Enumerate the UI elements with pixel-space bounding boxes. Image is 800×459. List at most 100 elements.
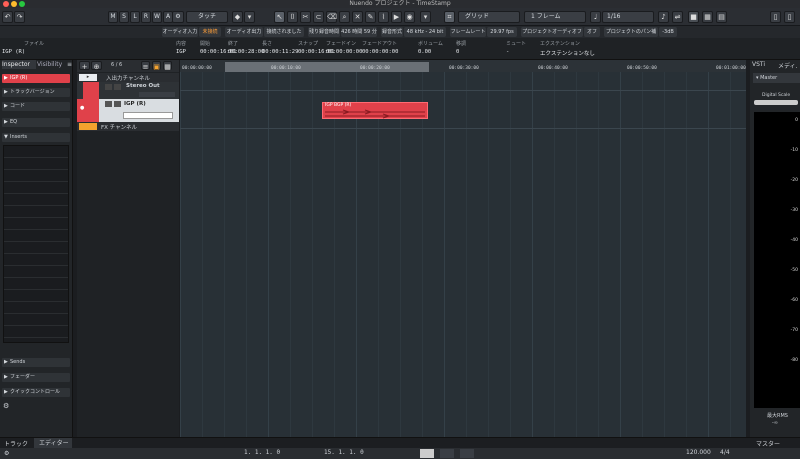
master-tab[interactable]: マスター [756,439,780,448]
insert-slot[interactable] [4,170,68,182]
pan-value[interactable]: -3dB [659,27,677,37]
automation-icon[interactable]: ⚙ [172,11,184,23]
info-value[interactable]: - [506,49,509,55]
audio-input-status[interactable]: 未接続 [199,27,221,37]
filter-icon[interactable]: ≡ [141,61,150,71]
insert-slot[interactable] [4,278,68,290]
play-button[interactable] [440,449,454,458]
timeline-ruler[interactable]: 00:00:00:00 00:00:10:00 00:00:20:00 00:00:3… [180,60,746,72]
track-tab[interactable]: トラック [4,439,28,448]
audio-output-status[interactable]: 接続されました [264,27,304,37]
solo-icon[interactable] [114,84,121,90]
insert-slot[interactable] [4,314,68,326]
record-format-value[interactable]: 48 kHz - 24 bit [404,27,446,37]
snap-type-select[interactable]: グリッド [458,11,520,23]
inspector-section-versions[interactable]: ▶ トラックバージョン [2,88,70,97]
inspector-section-inserts[interactable]: ▼ Inserts [2,133,70,142]
frame-rate-value[interactable]: 29.97 fps [487,27,517,37]
inspector-track-header[interactable]: ▶ IGP (R) [2,74,70,83]
settings-icon[interactable]: ⚙ [4,450,9,457]
range-tool-icon[interactable]: ⌷ [287,11,298,23]
zoom-tool-icon[interactable]: ⌕ [339,11,350,23]
settings-gear-icon[interactable]: ⚙ [3,402,9,410]
solo-icon[interactable] [114,101,121,107]
insert-slot[interactable] [4,206,68,218]
layout-right-icon[interactable]: ▯ [784,11,795,23]
mute-icon[interactable] [105,101,112,107]
inspector-tab[interactable]: Inspector [2,60,36,69]
quantize-setup-icon[interactable]: ⇌ [672,11,683,23]
close-window-icon[interactable] [3,1,9,7]
maximize-window-icon[interactable] [19,1,25,7]
pointer-tool-icon[interactable]: ↖ [274,11,285,23]
insert-slot[interactable] [4,230,68,242]
insert-slot[interactable] [4,146,68,158]
visibility-tab[interactable]: Visibility [37,60,67,69]
locator-display[interactable]: 15. 1. 1. 0 [324,449,364,456]
track-row[interactable]: ▸ 入出力チャンネル [77,73,179,82]
stop-button[interactable] [420,449,434,458]
info-value[interactable]: IGP [176,49,186,55]
folder-icon[interactable]: ▣ [152,61,161,71]
erase-tool-icon[interactable]: ⌫ [326,11,337,23]
quantize-unit-select[interactable]: 1 フレーム [524,11,586,23]
layout-left-icon[interactable]: ▯ [770,11,781,23]
mute-icon[interactable] [105,84,112,90]
track-controls[interactable] [139,92,175,97]
vsti-tab[interactable]: VSTi [752,61,765,68]
undo-icon[interactable]: ↶ [2,11,13,23]
inspector-section-sends[interactable]: ▶ Sends [2,358,70,367]
inspector-menu-icon[interactable]: ≡ [67,61,72,68]
offline-value[interactable]: オフ [584,27,600,37]
position-display[interactable]: 1. 1. 1. 0 [244,449,280,456]
locator-range[interactable] [225,62,429,72]
track-row[interactable]: FX チャンネル [77,122,179,131]
snap-on-icon[interactable]: ⌗ [444,11,455,23]
color-tool-icon[interactable]: ◉ [404,11,415,23]
mute-tool-icon[interactable]: ✕ [352,11,363,23]
quantize-apply-icon[interactable]: ♪ [658,11,669,23]
tempo-display[interactable]: 120.000 [686,449,711,456]
grid-icon[interactable]: ▦ [702,11,713,23]
info-value[interactable]: 00:00:28:00 [228,49,264,55]
info-value[interactable]: 00:00:00:00 [362,49,398,55]
media-tab[interactable]: メディ. [778,61,798,70]
constrain-icon[interactable]: ◆ [232,11,243,23]
color-square-icon[interactable]: ■ [688,11,699,23]
quantize-value-select[interactable]: 1/16 [602,11,654,23]
mode-button-r[interactable]: R [141,11,151,23]
audio-event[interactable]: IGP BGP (R) [322,102,428,119]
time-warp-icon[interactable]: ⌇ [378,11,389,23]
insert-slot[interactable] [4,326,68,338]
markers-icon[interactable]: ▤ [716,11,727,23]
track-presets-icon[interactable]: ⊕ [91,61,102,71]
inspector-section-eq[interactable]: ▶ EQ [2,118,70,127]
mode-button-w[interactable]: W [152,11,162,23]
info-value[interactable]: 0.00 [418,49,431,55]
insert-slot[interactable] [4,242,68,254]
scale-slider[interactable] [754,100,798,105]
mode-button-s[interactable]: S [119,11,129,23]
info-value[interactable]: 00:00:00:00 [326,49,362,55]
glue-tool-icon[interactable]: ⊂ [313,11,324,23]
draw-tool-icon[interactable]: ✎ [365,11,376,23]
tracklist-menu-icon[interactable]: ▦ [163,61,172,71]
automation-mode-select[interactable]: タッチ [186,11,228,23]
record-arm-icon[interactable]: ● [80,105,84,111]
record-button[interactable] [460,449,474,458]
project-window[interactable]: 00:00:00:00 00:00:10:00 00:00:20:00 00:00:3… [180,60,746,448]
insert-slot[interactable] [4,254,68,266]
info-value[interactable]: 0 [456,49,459,55]
track-controls[interactable] [123,112,173,119]
editor-tab[interactable]: エディター [34,438,72,448]
insert-slot[interactable] [4,182,68,194]
insert-slot[interactable] [4,194,68,206]
signature-display[interactable]: 4/4 [720,449,730,456]
inspector-section-quick-controls[interactable]: ▶ クイックコントロール [2,388,70,397]
info-value[interactable]: エクステンションなし [540,49,595,57]
inspector-section-chord[interactable]: ▶ コード [2,102,70,111]
minimize-window-icon[interactable] [11,1,17,7]
split-tool-icon[interactable]: ✂ [300,11,311,23]
quantize-icon[interactable]: ♩ [590,11,601,23]
insert-slot[interactable] [4,218,68,230]
